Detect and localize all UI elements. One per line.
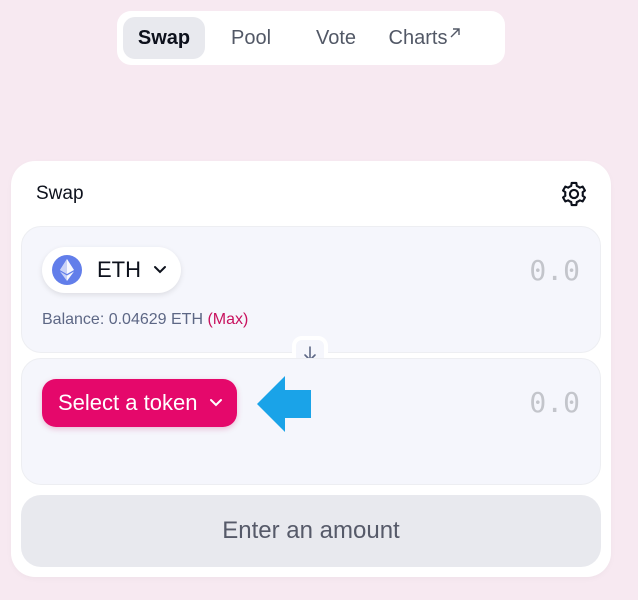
select-token-label: Select a token	[58, 390, 198, 415]
gear-icon[interactable]	[560, 180, 588, 208]
nav-charts[interactable]: Charts	[375, 17, 475, 59]
nav-pool[interactable]: Pool	[205, 17, 297, 59]
nav-vote[interactable]: Vote	[297, 17, 375, 59]
input-panel: ETH 0.0 Balance: 0.04629 ETH (Max)	[21, 226, 601, 353]
select-token-button[interactable]: Select a token	[42, 379, 238, 427]
input-token-selector[interactable]: ETH	[42, 247, 181, 293]
nav-swap-label: Swap	[137, 26, 191, 49]
output-amount-field[interactable]: 0.0	[529, 386, 580, 419]
balance-label: Balance: 0.04629 ETH	[42, 311, 203, 328]
nav-charts-label: Charts	[388, 26, 448, 49]
input-token-label: ETH	[97, 257, 141, 282]
nav-swap[interactable]: Swap	[123, 17, 205, 59]
ethereum-icon	[52, 255, 82, 285]
arrow-up-right-icon	[450, 28, 461, 38]
chevron-down-icon	[154, 266, 166, 274]
swap-card: Swap ETH 0.0 Balance: 0.04629 ETH (Max)	[11, 161, 611, 577]
swap-title: Swap	[36, 183, 84, 204]
nav-pool-label: Pool	[230, 26, 272, 49]
enter-amount-button[interactable]: Enter an amount	[21, 495, 601, 567]
max-button[interactable]: (Max)	[207, 311, 248, 328]
balance-text: Balance: 0.04629 ETH (Max)	[42, 311, 248, 329]
chevron-down-icon	[210, 399, 223, 407]
input-amount-field[interactable]: 0.0	[529, 254, 580, 287]
top-nav: Swap Pool Vote Charts	[117, 11, 505, 65]
nav-vote-label: Vote	[315, 26, 357, 49]
annotation-arrow-icon	[257, 376, 311, 432]
